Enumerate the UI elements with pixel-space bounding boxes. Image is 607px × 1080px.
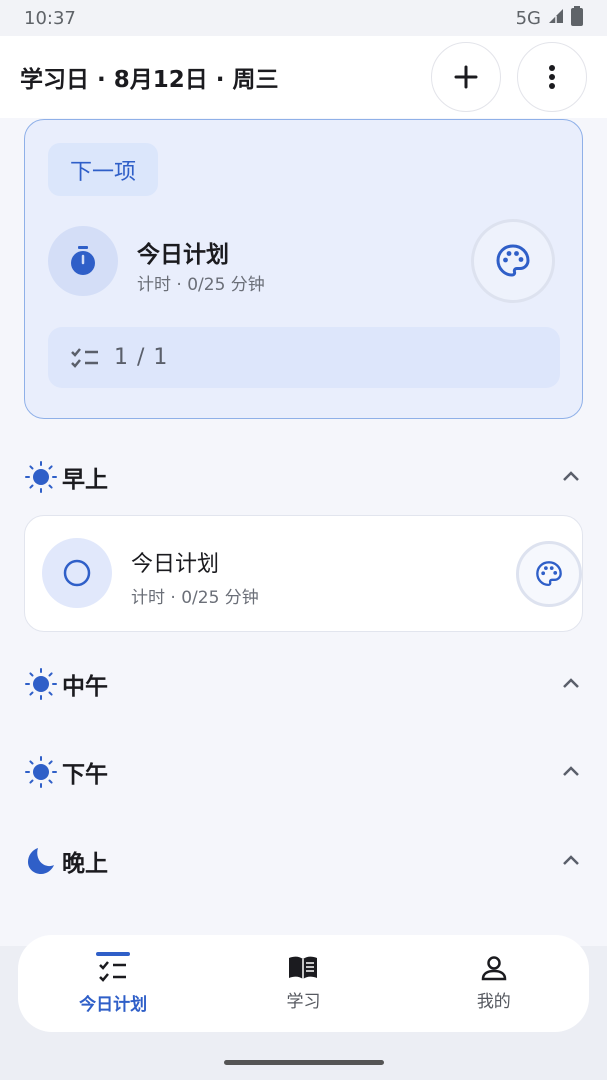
task-subtitle: 计时 · 0/25 分钟 (131, 588, 259, 608)
checklist-icon (99, 961, 127, 982)
more-vert-icon (549, 65, 555, 89)
task-title: 今日计划 (131, 552, 220, 577)
person-icon (481, 956, 507, 981)
app-header: 学习日 · 8月12日 · 周三 (0, 36, 607, 118)
section-afternoon-header[interactable]: 下午 (24, 752, 583, 792)
moon-icon (28, 848, 54, 874)
task-check-circle[interactable] (42, 538, 112, 608)
chevron-up-icon[interactable] (559, 465, 583, 489)
next-task-title: 今日计划 (137, 242, 229, 268)
status-bar: 10:37 5G (0, 0, 607, 36)
plus-icon (454, 65, 478, 89)
checklist-icon (71, 347, 98, 368)
checklist-progress: 1 / 1 (48, 327, 560, 388)
section-morning-label: 早上 (62, 467, 108, 493)
home-gesture-bar[interactable] (224, 1060, 384, 1065)
section-morning-header[interactable]: 早上 (24, 457, 583, 497)
page-title: 学习日 · 8月12日 · 周三 (20, 67, 279, 93)
palette-icon (496, 244, 530, 277)
nav-study-label: 学习 (286, 992, 321, 1012)
section-noon-label: 中午 (62, 674, 108, 700)
book-icon (289, 956, 318, 979)
sun-icon (25, 461, 57, 493)
radio-unchecked-icon (63, 559, 91, 587)
color-picker-button[interactable] (471, 219, 555, 303)
active-indicator (96, 952, 131, 956)
timer-icon (71, 246, 95, 275)
next-item-card[interactable]: 下一项 今日计划 计时 · 0/25 分钟 1 / 1 (24, 119, 583, 419)
status-time: 10:37 (24, 7, 76, 29)
chevron-up-icon[interactable] (559, 672, 583, 696)
section-noon-header[interactable]: 中午 (24, 664, 583, 704)
network-label: 5G (515, 7, 541, 29)
status-icons: 5G (515, 5, 583, 31)
morning-task-card[interactable]: 今日计划 计时 · 0/25 分钟 (24, 515, 583, 632)
nav-today[interactable]: 今日计划 (18, 935, 208, 1032)
nav-today-label: 今日计划 (79, 995, 148, 1015)
next-task-subtitle: 计时 · 0/25 分钟 (137, 275, 265, 295)
nav-study[interactable]: 学习 (208, 935, 398, 1032)
section-evening-label: 晚上 (62, 851, 108, 877)
section-evening-header[interactable]: 晚上 (24, 841, 583, 881)
more-button[interactable] (517, 42, 587, 112)
timer-icon-circle (48, 226, 118, 296)
battery-icon (571, 5, 583, 31)
task-color-button[interactable] (516, 541, 582, 607)
sun-icon (25, 668, 57, 700)
sun-icon (25, 756, 57, 788)
bottom-navigation: 今日计划 学习 我的 (18, 935, 589, 1032)
signal-icon (547, 7, 565, 30)
nav-mine-label: 我的 (476, 992, 511, 1012)
palette-icon (536, 561, 562, 587)
section-afternoon-label: 下午 (62, 762, 108, 788)
chevron-up-icon[interactable] (559, 760, 583, 784)
add-button[interactable] (431, 42, 501, 112)
chevron-up-icon[interactable] (559, 849, 583, 873)
nav-mine[interactable]: 我的 (399, 935, 589, 1032)
next-item-badge: 下一项 (48, 143, 158, 196)
progress-count: 1 / 1 (114, 345, 169, 370)
